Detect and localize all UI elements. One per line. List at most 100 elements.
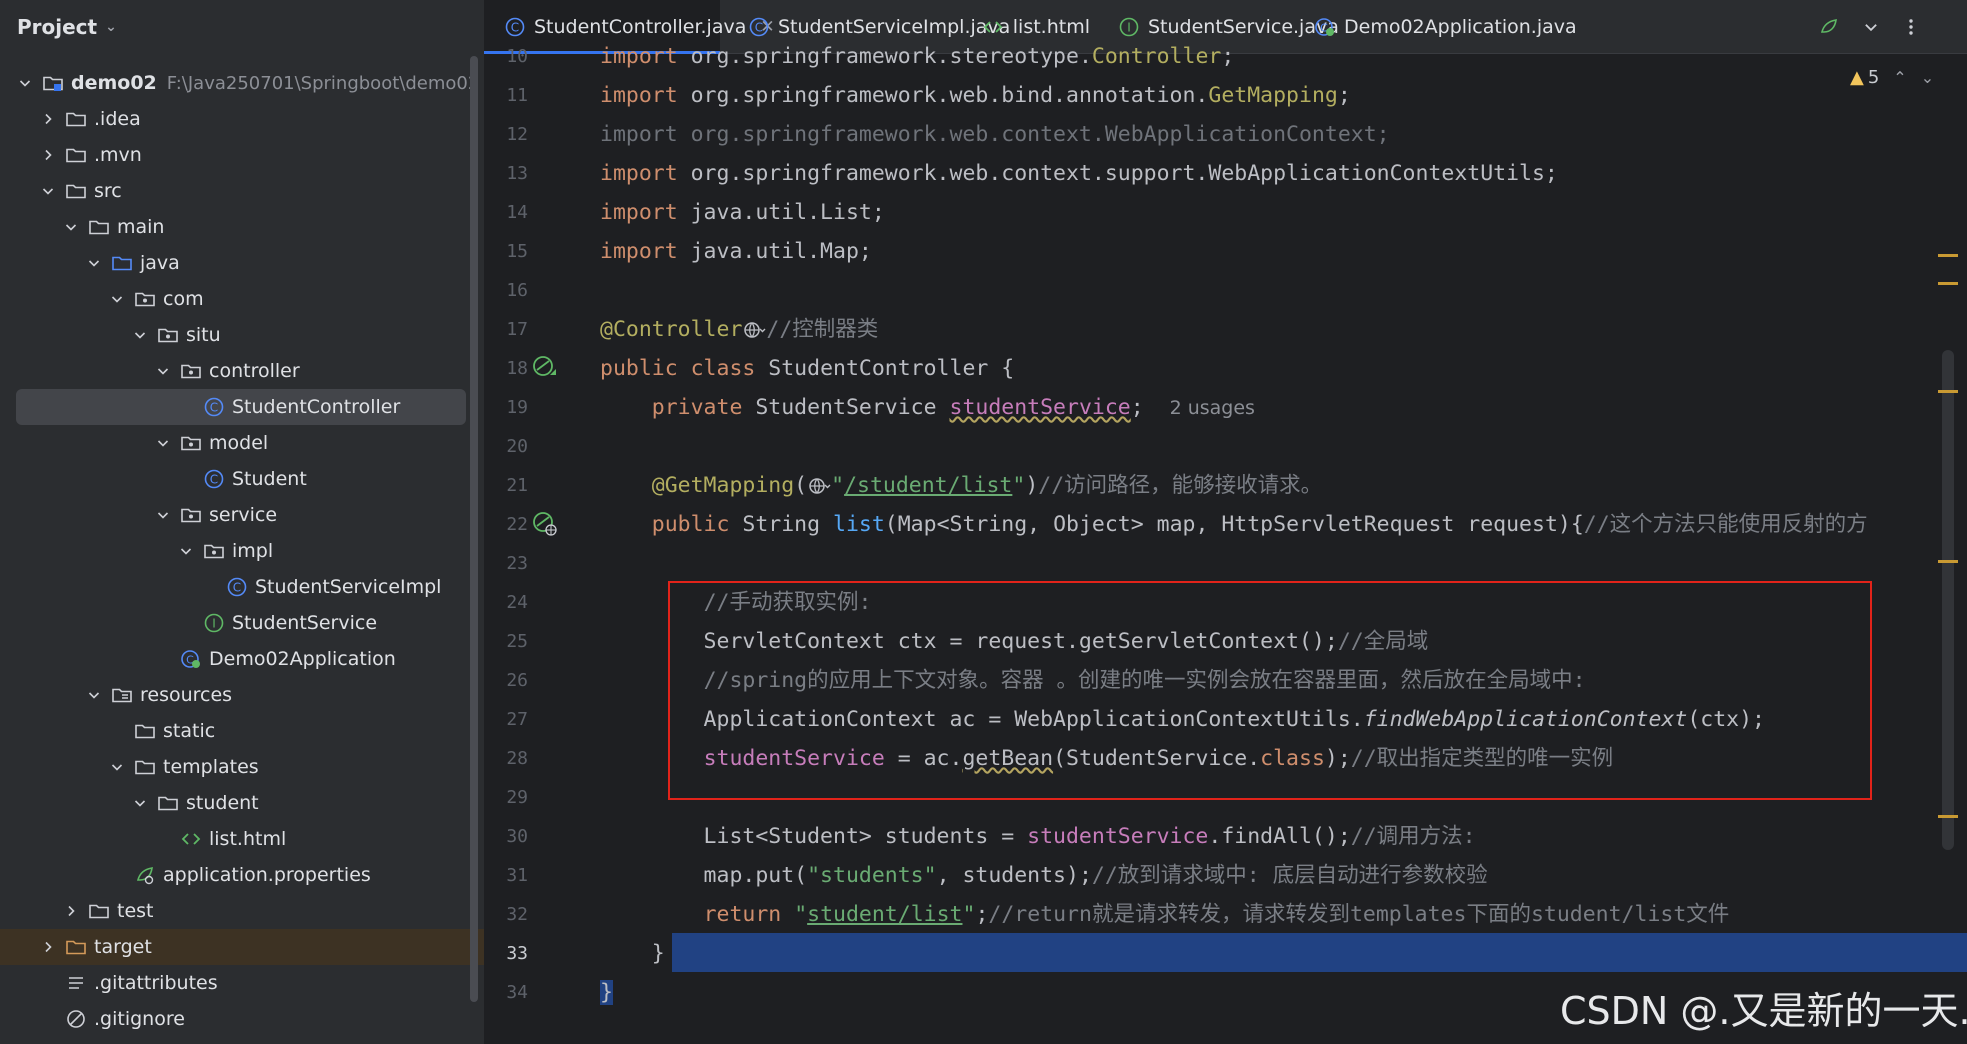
chevron-down-icon[interactable] <box>109 759 125 775</box>
chevron-down-icon[interactable]: ⌄ <box>1921 68 1934 87</box>
tree-item-gitignore[interactable]: .gitignore <box>0 1001 484 1037</box>
tree-item-model[interactable]: model <box>0 425 484 461</box>
tree-item-impl[interactable]: impl <box>0 533 484 569</box>
line-number[interactable]: 22 <box>484 505 528 544</box>
chevron-down-icon[interactable] <box>132 327 148 343</box>
editor-scrollbar[interactable] <box>1942 350 1954 850</box>
tree-item-test[interactable]: test <box>0 893 484 929</box>
chevron-down-icon[interactable] <box>132 795 148 811</box>
code-line[interactable]: @GetMapping("/student/list")//访问路径，能够接收请… <box>600 466 1322 505</box>
warning-marker[interactable] <box>1938 815 1958 818</box>
chevron-down-icon[interactable] <box>86 687 102 703</box>
chevron-right-icon[interactable] <box>63 903 79 919</box>
warning-marker[interactable] <box>1938 282 1958 285</box>
line-number[interactable]: 13 <box>484 154 528 193</box>
tree-item-gitattributes[interactable]: .gitattributes <box>0 965 484 1001</box>
tree-item-src[interactable]: src <box>0 173 484 209</box>
line-number[interactable]: 14 <box>484 193 528 232</box>
code-line[interactable]: public class StudentController { <box>600 349 1014 388</box>
line-number[interactable]: 23 <box>484 544 528 583</box>
tree-item-situ[interactable]: situ <box>0 317 484 353</box>
line-number[interactable]: 12 <box>484 115 528 154</box>
tree-item-studentserviceimpl[interactable]: C StudentServiceImpl <box>0 569 484 605</box>
warning-marker[interactable] <box>1938 254 1958 257</box>
chevron-down-icon[interactable] <box>155 435 171 451</box>
tree-item-student[interactable]: C Student <box>0 461 484 497</box>
chevron-down-icon[interactable] <box>17 75 33 91</box>
request-mapping-gutter-icon[interactable] <box>532 511 558 537</box>
tree-item-mvn[interactable]: .mvn <box>0 137 484 173</box>
chevron-down-icon[interactable] <box>40 183 56 199</box>
line-number[interactable]: 26 <box>484 661 528 700</box>
code-line[interactable]: private StudentService studentService; 2… <box>600 388 1255 427</box>
endpoint-globe-icon[interactable] <box>807 473 831 498</box>
tab-demo02application-java[interactable]: C Demo02Application.java <box>1294 0 1577 54</box>
line-number[interactable]: 32 <box>484 895 528 934</box>
tree-item-application-properties[interactable]: application.properties <box>0 857 484 893</box>
code-line[interactable]: import org.springframework.stereotype.Co… <box>600 37 1234 76</box>
warning-marker[interactable] <box>1938 390 1958 393</box>
line-number[interactable]: 31 <box>484 856 528 895</box>
line-number[interactable]: 27 <box>484 700 528 739</box>
line-number[interactable]: 18 <box>484 349 528 388</box>
code-line[interactable]: import org.springframework.web.context.W… <box>600 115 1390 154</box>
chevron-down-icon[interactable] <box>86 255 102 271</box>
code-line[interactable]: List<Student> students = studentService.… <box>600 817 1476 856</box>
tree-item-templates[interactable]: templates <box>0 749 484 785</box>
chevron-down-icon[interactable] <box>178 543 194 559</box>
chevron-up-icon[interactable]: ⌃ <box>1893 68 1906 87</box>
line-number[interactable]: 25 <box>484 622 528 661</box>
chevron-down-icon[interactable] <box>155 507 171 523</box>
tree-item-java[interactable]: java <box>0 245 484 281</box>
code-line[interactable]: import java.util.Map; <box>600 232 872 271</box>
project-tree-scrollbar[interactable] <box>470 56 478 1002</box>
inspection-widget[interactable]: ▲ 5 ⌃ ⌄ <box>1850 64 1934 90</box>
tree-item-demo02application[interactable]: C Demo02Application <box>0 641 484 677</box>
chevron-right-icon[interactable] <box>40 147 56 163</box>
code-line[interactable]: return "student/list";//return就是请求转发，请求转… <box>600 895 1730 934</box>
spring-run-icon[interactable] <box>1814 14 1844 40</box>
code-line[interactable]: } <box>600 934 665 973</box>
chevron-down-icon[interactable] <box>155 363 171 379</box>
chevron-down-icon[interactable] <box>109 291 125 307</box>
line-number[interactable]: 20 <box>484 427 528 466</box>
line-number[interactable]: 21 <box>484 466 528 505</box>
code-area[interactable]: import org.springframework.stereotype.Co… <box>600 44 1950 1044</box>
tree-item-resources[interactable]: resources <box>0 677 484 713</box>
tree-item-studentservice[interactable]: I StudentService <box>0 605 484 641</box>
tree-item-controller[interactable]: controller <box>0 353 484 389</box>
project-panel-header[interactable]: Project ⌄ <box>0 0 484 54</box>
line-number[interactable]: 19 <box>484 388 528 427</box>
line-number[interactable]: 16 <box>484 271 528 310</box>
line-number[interactable]: 30 <box>484 817 528 856</box>
line-number[interactable]: 15 <box>484 232 528 271</box>
line-number[interactable]: 28 <box>484 739 528 778</box>
line-number[interactable]: 11 <box>484 76 528 115</box>
tree-item-studentcontroller[interactable]: C StudentController <box>0 389 484 425</box>
line-number[interactable]: 10 <box>484 37 528 76</box>
spring-bean-gutter-icon[interactable] <box>532 355 558 381</box>
chevron-down-icon[interactable]: ⌄ <box>105 19 117 35</box>
line-number[interactable]: 17 <box>484 310 528 349</box>
tree-item-demo02[interactable]: demo02 F:\Java250701\Springboot\demo02 <box>0 65 484 101</box>
chevron-down-icon[interactable] <box>1856 14 1886 40</box>
code-line[interactable]: import org.springframework.web.context.s… <box>600 154 1558 193</box>
code-line[interactable]: } <box>600 973 613 1012</box>
tree-item-com[interactable]: com <box>0 281 484 317</box>
code-line[interactable]: import org.springframework.web.bind.anno… <box>600 76 1351 115</box>
chevron-right-icon[interactable] <box>40 939 56 955</box>
tree-item-list-html[interactable]: list.html <box>0 821 484 857</box>
line-number[interactable]: 34 <box>484 973 528 1012</box>
tree-item-idea[interactable]: .idea <box>0 101 484 137</box>
chevron-down-icon[interactable] <box>63 219 79 235</box>
warning-marker[interactable] <box>1938 560 1958 563</box>
tree-item-main[interactable]: main <box>0 209 484 245</box>
line-number[interactable]: 29 <box>484 778 528 817</box>
code-line[interactable]: @Controller //控制器类 <box>600 310 878 349</box>
tree-item-service[interactable]: service <box>0 497 484 533</box>
more-icon[interactable] <box>1896 14 1926 40</box>
tree-item-target[interactable]: target <box>0 929 484 965</box>
line-number[interactable]: 24 <box>484 583 528 622</box>
endpoint-globe-icon[interactable] <box>742 317 766 342</box>
tree-item-static[interactable]: static <box>0 713 484 749</box>
